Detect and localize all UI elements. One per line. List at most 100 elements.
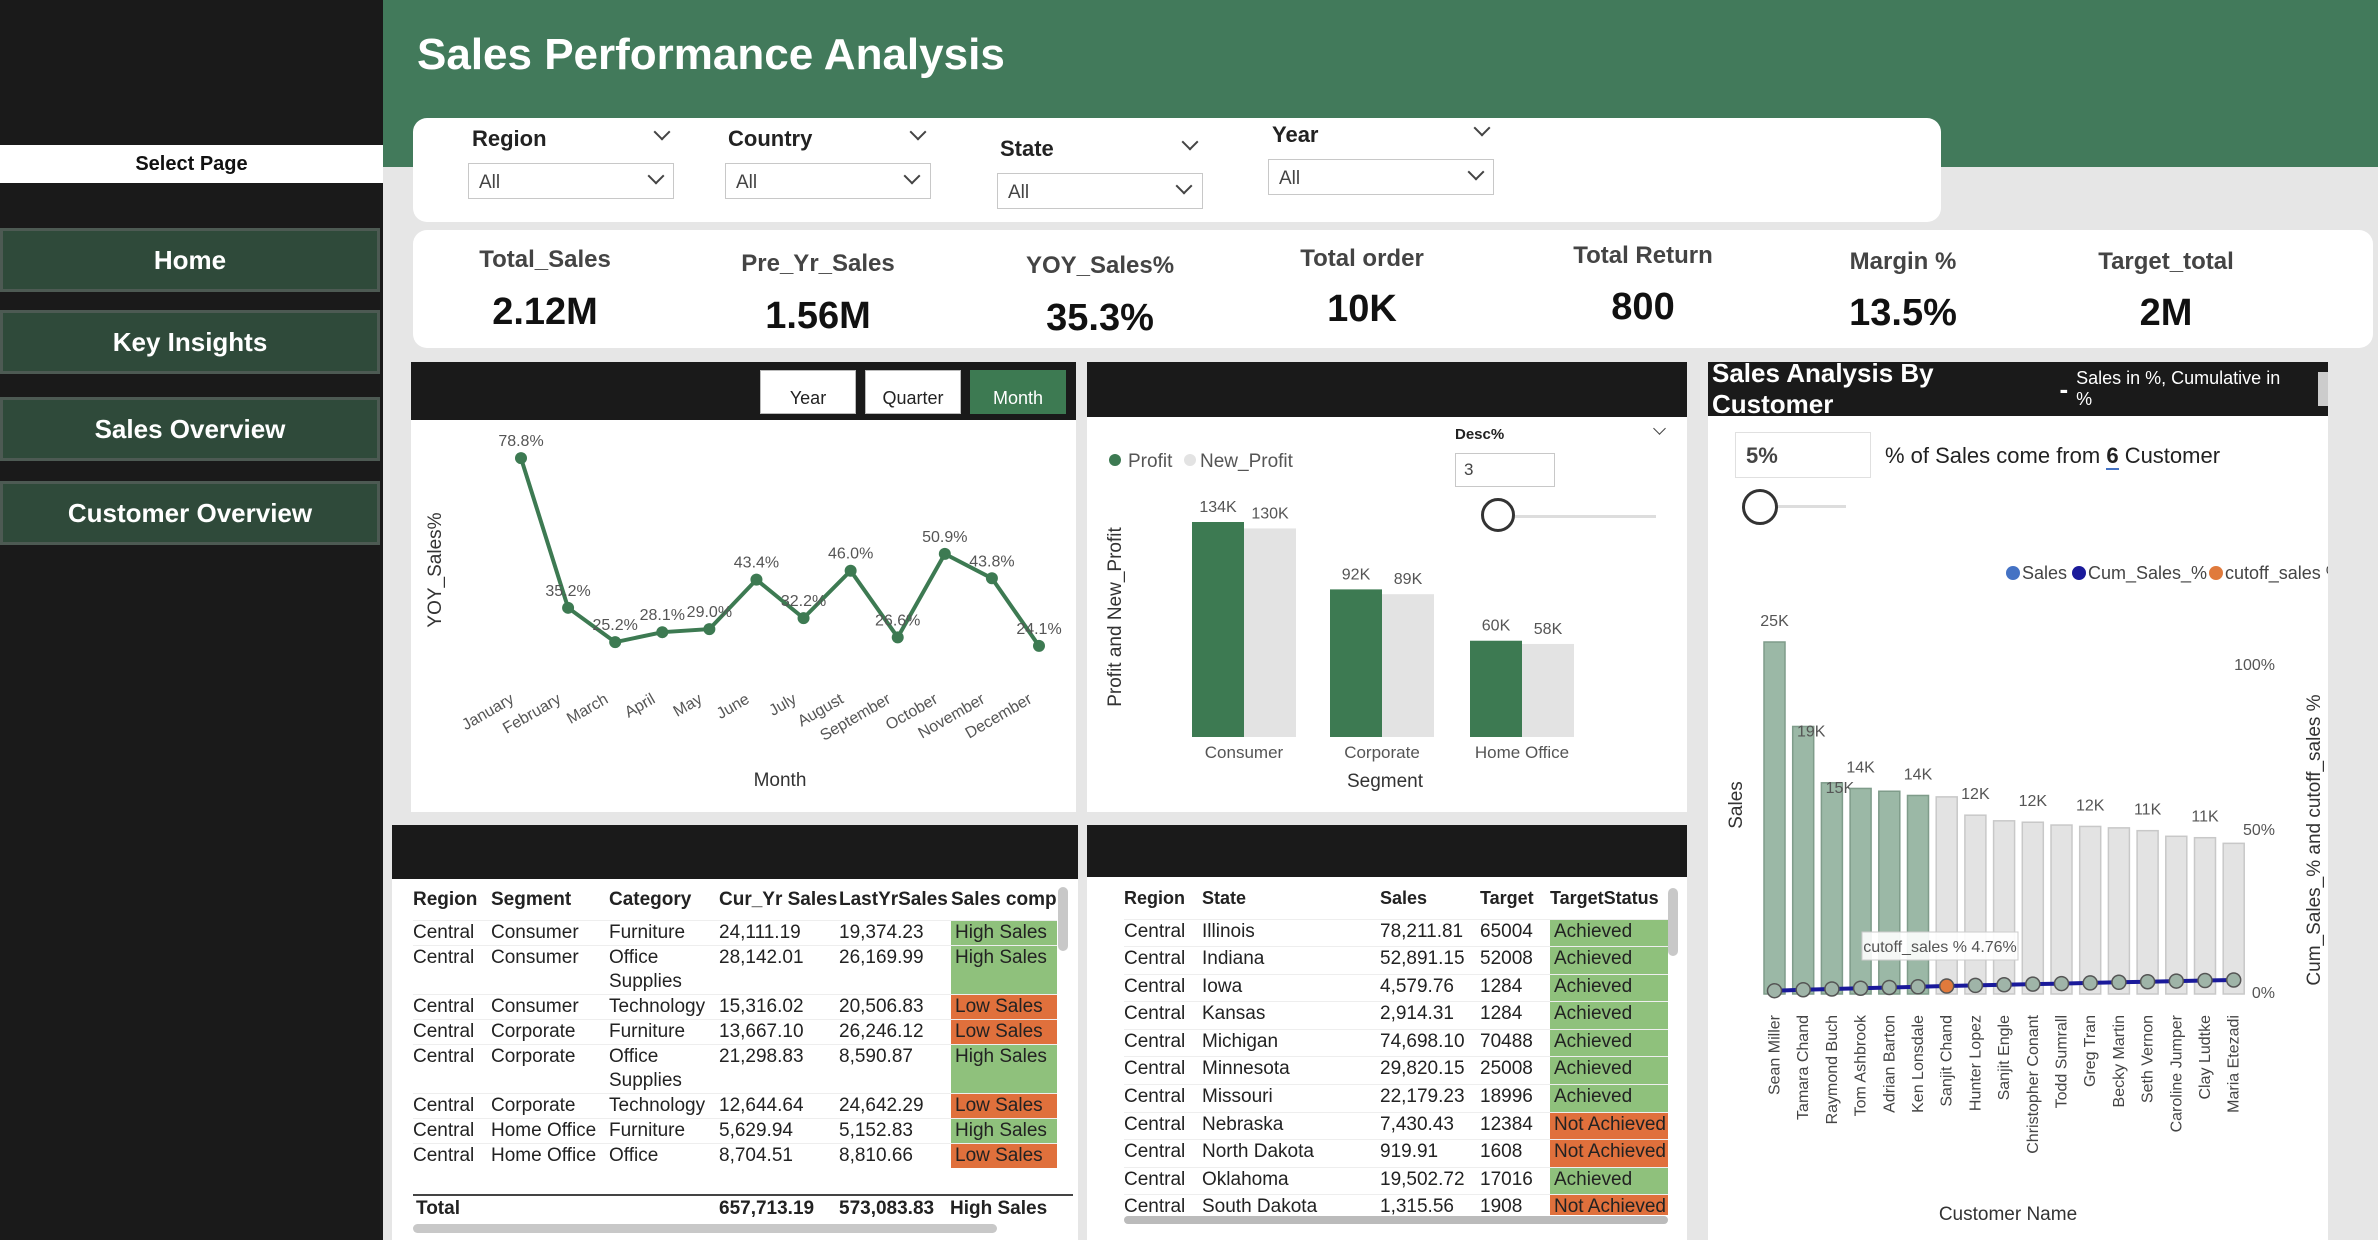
legend-new-profit-icon	[1184, 454, 1196, 466]
category-cell: Technology	[609, 995, 706, 1017]
state-table-row[interactable]: Central South Dakota 1,315.56 1908 Not Achie…	[1124, 1194, 1668, 1215]
state-cell: Oklahoma	[1202, 1168, 1289, 1190]
category-table-header-cell[interactable]: Segment	[491, 880, 609, 920]
category-table-header-cell[interactable]: LastYrSales	[839, 880, 951, 920]
segment-bar-new-profit	[1244, 528, 1296, 737]
state-table-header-cell[interactable]: Region	[1124, 879, 1202, 919]
target-status-cell: Achieved	[1550, 1001, 1668, 1030]
category-table-header-cell[interactable]: Region	[413, 880, 491, 920]
state-table-header-cell[interactable]: State	[1202, 879, 1380, 919]
cum-sales-point	[1881, 979, 1898, 996]
country-slicer[interactable]: All	[725, 163, 931, 199]
state-slicer[interactable]: All	[997, 173, 1203, 209]
state-table-row[interactable]: Central Nebraska 7,430.43 12384 Not Achieved	[1124, 1112, 1668, 1140]
segment-bar-new-profit	[1522, 643, 1574, 737]
customer-chart-header: Sales Analysis By Customer - Sales in %,…	[1708, 358, 2328, 419]
state-table-row[interactable]: Central Kansas 2,914.31 1284 Achieved	[1124, 1001, 1668, 1030]
toggle-quarter-button[interactable]: Quarter	[865, 370, 961, 414]
customer-sales-bar	[1849, 787, 1872, 995]
sales-cell: 74,698.10	[1380, 1030, 1465, 1052]
sales-compare-cell: High Sales	[951, 920, 1057, 945]
state-table-row[interactable]: Central Illinois 78,211.81 65004 Achieved	[1124, 919, 1668, 947]
category-table-row[interactable]: Central Corporate Technology 12,644.64 24,64…	[413, 1093, 1057, 1118]
yoy-data-label: 28.1%	[640, 607, 685, 624]
yoy-x-tick: June	[714, 691, 753, 723]
category-table-scrollbar[interactable]	[1058, 887, 1068, 951]
customer-x-tick: Sean Miller	[1767, 1014, 1784, 1095]
category-table-header-cell[interactable]: Sales compa	[951, 880, 1057, 920]
target-status-cell: Not Achieved	[1550, 1194, 1668, 1215]
category-table-row[interactable]: Central Corporate Furniture 13,667.10 26,246…	[413, 1019, 1057, 1044]
toggle-year-button[interactable]: Year	[760, 370, 856, 414]
desc-slider-handle[interactable]	[1481, 498, 1515, 532]
sales-cell: 22,179.23	[1380, 1086, 1465, 1108]
category-table-header-cell[interactable]: Cur_Yr Sales	[719, 880, 839, 920]
category-table-row[interactable]: Central Consumer Technology 15,316.02 20,506…	[413, 994, 1057, 1019]
category-table-hscrollbar[interactable]	[413, 1224, 997, 1233]
state-table-row[interactable]: Central Missouri 22,179.23 18996 Achieved	[1124, 1084, 1668, 1113]
state-table-row[interactable]: Central Indiana 52,891.15 52008 Achieved	[1124, 946, 1668, 975]
category-table-row[interactable]: Central Consumer Furniture 24,111.19 19,374.…	[413, 920, 1057, 945]
nav-sales-overview-button[interactable]: Sales Overview	[0, 397, 380, 461]
segment-bar-profit	[1192, 522, 1244, 737]
target-cell: 52008	[1480, 948, 1533, 970]
state-table-header-cell[interactable]: Target	[1480, 879, 1550, 919]
last-sales-cell: 20,506.83	[839, 995, 924, 1017]
desc-slicer-input[interactable]: 3	[1455, 453, 1555, 487]
category-table-row[interactable]: Central Home Office Office 8,704.51 8,810.66…	[413, 1143, 1057, 1168]
region-cell: Central	[413, 995, 475, 1017]
yoy-y-axis-title: YOY_Sales%	[425, 512, 446, 627]
year-slicer[interactable]: All	[1268, 159, 1494, 195]
state-table-row[interactable]: Central Oklahoma 19,502.72 17016 Achieved	[1124, 1167, 1668, 1195]
customer-bar-label: 14K	[1904, 766, 1933, 783]
customer-x-tick: Caroline Jumper	[2168, 1014, 2185, 1132]
cur-sales-cell: 13,667.10	[719, 1020, 804, 1042]
target-cell: 1284	[1480, 1003, 1523, 1025]
region-cell: Central	[1124, 1196, 1186, 1215]
pct-input[interactable]: 5%	[1735, 432, 1871, 478]
desc-slider-track[interactable]	[1498, 515, 1656, 518]
state-table-row[interactable]: Central Michigan 74,698.10 70488 Achieved	[1124, 1029, 1668, 1057]
customer-sales-bar	[1964, 814, 1987, 995]
nav-key-insights-button[interactable]: Key Insights	[0, 310, 380, 374]
toggle-month-button[interactable]: Month	[970, 370, 1066, 414]
legend-cutoff-icon	[2209, 566, 2223, 580]
customer-sales-bar	[1820, 782, 1844, 995]
legend-new-profit-label: New_Profit	[1200, 451, 1294, 472]
state-table-row[interactable]: Central North Dakota 919.91 1608 Not Achieve…	[1124, 1139, 1668, 1168]
state-table-header-cell[interactable]: TargetStatus	[1550, 879, 1668, 919]
category-cell: Office Supplies	[609, 946, 682, 992]
category-table-header-cell[interactable]: Category	[609, 880, 719, 920]
state-table-hscrollbar[interactable]	[1124, 1216, 1668, 1224]
state-table-viewport[interactable]: Region State Sales Target TargetStatus Centr…	[1124, 879, 1668, 1215]
state-table-header-cell[interactable]: Sales	[1380, 879, 1480, 919]
nav-customer-overview-button[interactable]: Customer Overview	[0, 481, 380, 545]
region-slicer[interactable]: All	[468, 163, 674, 199]
segment-bar-profit	[1330, 589, 1382, 737]
cum-sales-point	[2082, 975, 2098, 991]
state-table-row[interactable]: Central Minnesota 29,820.15 25008 Achieved	[1124, 1056, 1668, 1085]
cum-sales-point	[2225, 972, 2242, 988]
title-dash: -	[2059, 373, 2069, 404]
cum-sales-point	[1996, 977, 2012, 993]
customer-x-axis-title: Customer Name	[1939, 1204, 2077, 1225]
state-cell: Kansas	[1202, 1003, 1266, 1025]
segment-data-label: 134K	[1199, 499, 1237, 516]
yoy-point-march	[609, 636, 622, 649]
category-table-row[interactable]: Central Corporate Office Supplies 21,298.83…	[413, 1044, 1057, 1093]
category-table-viewport[interactable]: Region Segment Category Cur_Yr Sales LastYrS…	[413, 880, 1057, 1218]
state-table-scrollbar[interactable]	[1668, 888, 1678, 956]
state-cell: Missouri	[1202, 1086, 1273, 1108]
pct-slider-handle[interactable]	[1742, 489, 1778, 525]
category-table-total-row: Total 657,713.19 573,083.83 High Sales	[413, 1194, 1073, 1220]
yoy-point-august	[844, 564, 857, 577]
category-cell: Furniture	[609, 1119, 686, 1141]
category-table-row[interactable]: Central Consumer Office Supplies 28,142.01 2…	[413, 945, 1057, 994]
category-table-row[interactable]: Central Home Office Furniture 5,629.94 5,152…	[413, 1118, 1057, 1143]
yoy-data-label: 26.6%	[875, 612, 920, 629]
nav-home-button[interactable]: Home	[0, 228, 380, 292]
yoy-line-chart: 78.8%January35.2%February25.2%March28.1%…	[425, 433, 1062, 791]
state-table-row[interactable]: Central Iowa 4,579.76 1284 Achieved	[1124, 974, 1668, 1002]
sales-compare-cell: Low Sales	[951, 994, 1057, 1019]
segment-cell: Corporate	[491, 1020, 576, 1042]
